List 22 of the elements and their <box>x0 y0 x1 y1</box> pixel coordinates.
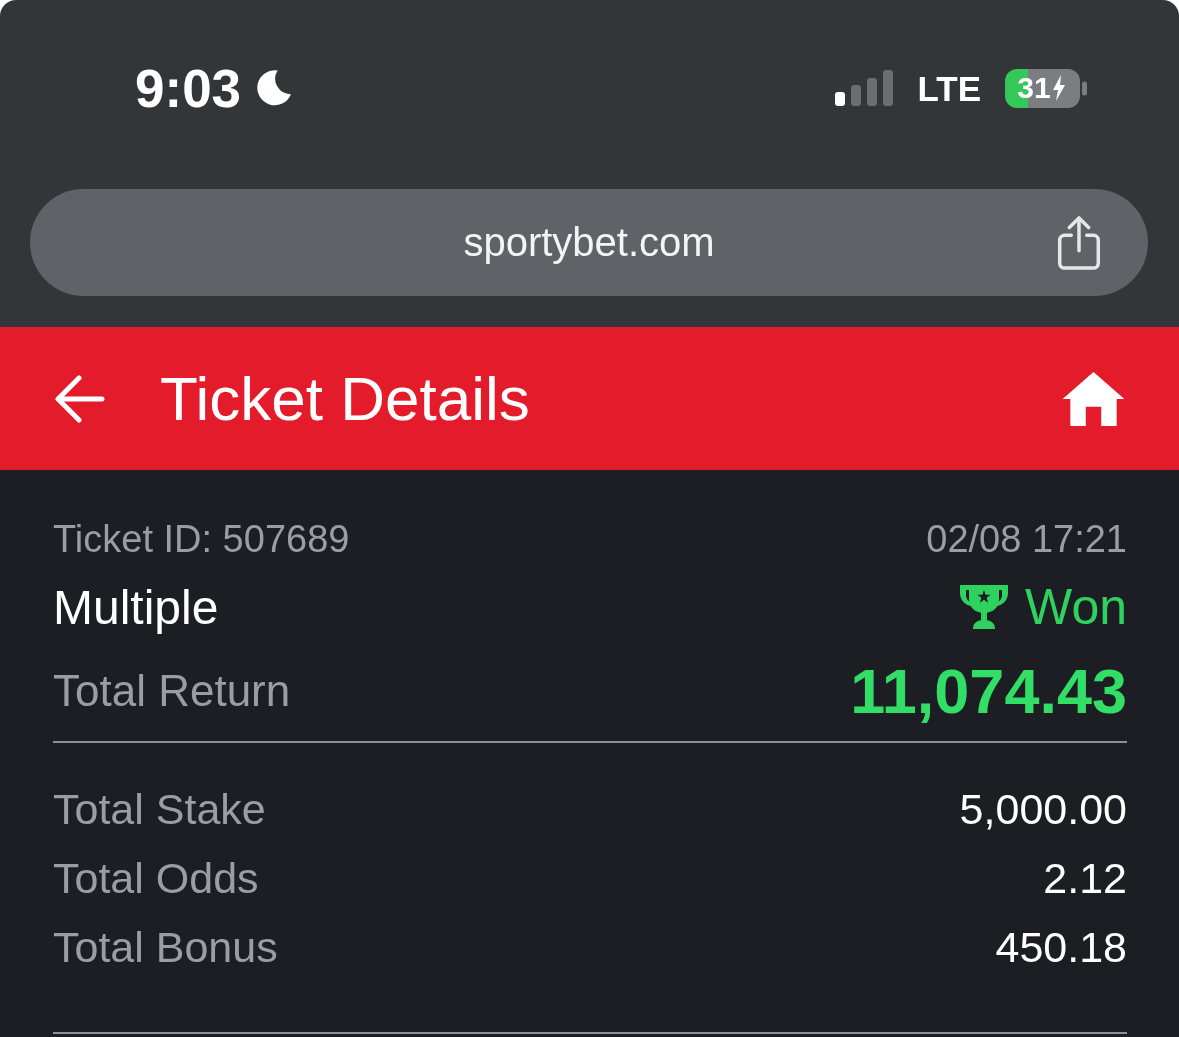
page-title: Ticket Details <box>160 367 530 430</box>
summary-value: 2.12 <box>1043 854 1127 903</box>
network-type: LTE <box>917 70 981 106</box>
share-icon[interactable] <box>1055 215 1103 270</box>
url-text: sportybet.com <box>463 220 715 265</box>
lightning-bolt-icon <box>1051 75 1066 101</box>
summary-label: Total Stake <box>53 785 266 834</box>
trophy-icon <box>960 585 1009 629</box>
bet-type: Multiple <box>53 579 219 635</box>
total-return-label: Total Return <box>53 666 291 716</box>
ticket-date: 02/08 17:21 <box>926 517 1127 561</box>
summary-value: 5,000.00 <box>959 785 1127 834</box>
summary-label: Total Odds <box>53 854 259 903</box>
bet-status: Won <box>1025 582 1127 632</box>
signal-icon <box>835 70 894 106</box>
home-icon[interactable] <box>1062 371 1125 426</box>
ticket-id: Ticket ID: 507689 <box>53 517 350 561</box>
total-return-amount: 11,074.43 <box>850 655 1127 727</box>
address-bar[interactable]: sportybet.com <box>30 189 1148 296</box>
summary-value: 450.18 <box>995 923 1127 972</box>
summary-label: Total Bonus <box>53 923 278 972</box>
status-time: 9:03 <box>135 61 242 115</box>
